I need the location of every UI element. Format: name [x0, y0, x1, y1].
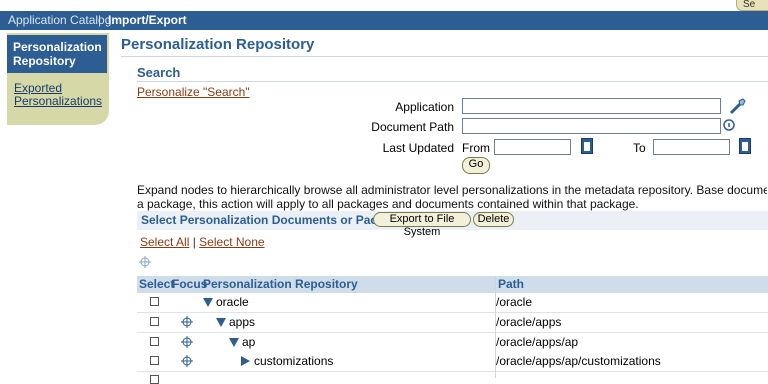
- col-select: Select: [139, 277, 175, 291]
- selection-bar: Select Personalization Documents or Pack…: [137, 211, 768, 238]
- table-row: customizations /oracle/apps/ap/customiza…: [137, 352, 768, 372]
- title-divider: [121, 56, 768, 57]
- column-divider: [495, 276, 496, 378]
- application-input[interactable]: [462, 98, 721, 114]
- row-path: /oracle/apps/ap/customizations: [496, 354, 661, 368]
- from-date-input[interactable]: [494, 139, 571, 155]
- delete-button[interactable]: Delete: [473, 212, 514, 227]
- tree-node: customizations: [241, 352, 333, 371]
- from-calendar-icon[interactable]: [581, 138, 593, 154]
- table-header: Select Focus Personalization Repository …: [137, 276, 768, 293]
- focus-root-icon[interactable]: [139, 256, 151, 271]
- row-path: /oracle: [496, 295, 533, 309]
- flashlight-search-icon[interactable]: [728, 96, 748, 119]
- description-line-1: Expand nodes to hierarchically browse al…: [137, 183, 767, 197]
- select-none-link[interactable]: Select None: [199, 235, 264, 249]
- top-tab[interactable]: Se: [736, 0, 768, 11]
- row-select-checkbox[interactable]: [150, 375, 159, 384]
- row-select-checkbox[interactable]: [150, 356, 159, 365]
- search-divider: [137, 81, 768, 82]
- to-date-input[interactable]: [653, 139, 730, 155]
- personalize-search-link[interactable]: Personalize "Search": [137, 85, 250, 99]
- select-links: Select All | Select None: [140, 235, 265, 249]
- tree-node: apps: [216, 313, 255, 332]
- node-label[interactable]: oracle: [216, 295, 249, 309]
- sidebar-item-exported-personalizations[interactable]: Exported Personalizations: [14, 82, 106, 108]
- to-calendar-icon[interactable]: [739, 138, 751, 154]
- description-line-2: a package, this action will apply to all…: [137, 197, 639, 211]
- collapsed-triangle-icon[interactable]: [241, 356, 250, 366]
- col-repository: Personalization Repository: [203, 277, 358, 291]
- table-row: oracle /oracle: [137, 293, 768, 313]
- page-title: Personalization Repository: [121, 36, 315, 53]
- row-path: /oracle/apps/ap: [496, 335, 579, 349]
- search-heading: Search: [137, 65, 181, 80]
- col-path: Path: [498, 277, 525, 291]
- select-all-link[interactable]: Select All: [140, 235, 189, 249]
- row-select-checkbox[interactable]: [150, 297, 159, 306]
- focus-icon[interactable]: [181, 355, 193, 370]
- node-label[interactable]: ap: [242, 335, 255, 349]
- focus-icon[interactable]: [181, 336, 193, 351]
- last-updated-label: Last Updated: [382, 141, 454, 155]
- node-label[interactable]: apps: [229, 315, 255, 329]
- expand-triangle-icon[interactable]: [203, 298, 213, 307]
- selection-label: Select Personalization Documents or Pack…: [141, 213, 409, 227]
- tree-node: oracle: [203, 293, 249, 312]
- document-path-label: Document Path: [371, 120, 454, 134]
- table-row: apps /oracle/apps: [137, 313, 768, 333]
- row-path: /oracle/apps: [496, 315, 562, 329]
- expand-triangle-icon[interactable]: [216, 318, 226, 327]
- export-to-file-system-button[interactable]: Export to File System: [373, 212, 471, 238]
- row-select-checkbox[interactable]: [150, 337, 159, 346]
- application-label: Application: [395, 100, 454, 114]
- go-button[interactable]: Go: [462, 157, 490, 174]
- document-path-input[interactable]: [462, 118, 721, 134]
- focus-icon[interactable]: [181, 316, 193, 331]
- from-label: From: [462, 141, 490, 155]
- select-separator: |: [192, 235, 196, 249]
- nav-application-catalog[interactable]: Application Catalog: [8, 11, 111, 30]
- tree-node: ap: [229, 333, 255, 352]
- to-label: To: [633, 141, 646, 155]
- expand-triangle-icon[interactable]: [229, 338, 239, 347]
- global-nav-bar: Application Catalog | Import/Export: [0, 11, 768, 30]
- table-row-partial: [137, 372, 768, 384]
- lov-search-icon[interactable]: [722, 118, 736, 135]
- sidebar-item-personalization-repository[interactable]: Personalization Repository: [7, 35, 107, 73]
- table-row: ap /oracle/apps/ap: [137, 333, 768, 353]
- node-label[interactable]: customizations: [254, 354, 333, 368]
- nav-separator: |: [98, 13, 102, 27]
- nav-import-export[interactable]: Import/Export: [108, 11, 187, 30]
- row-select-checkbox[interactable]: [150, 317, 159, 326]
- top-strip: Se: [0, 0, 768, 11]
